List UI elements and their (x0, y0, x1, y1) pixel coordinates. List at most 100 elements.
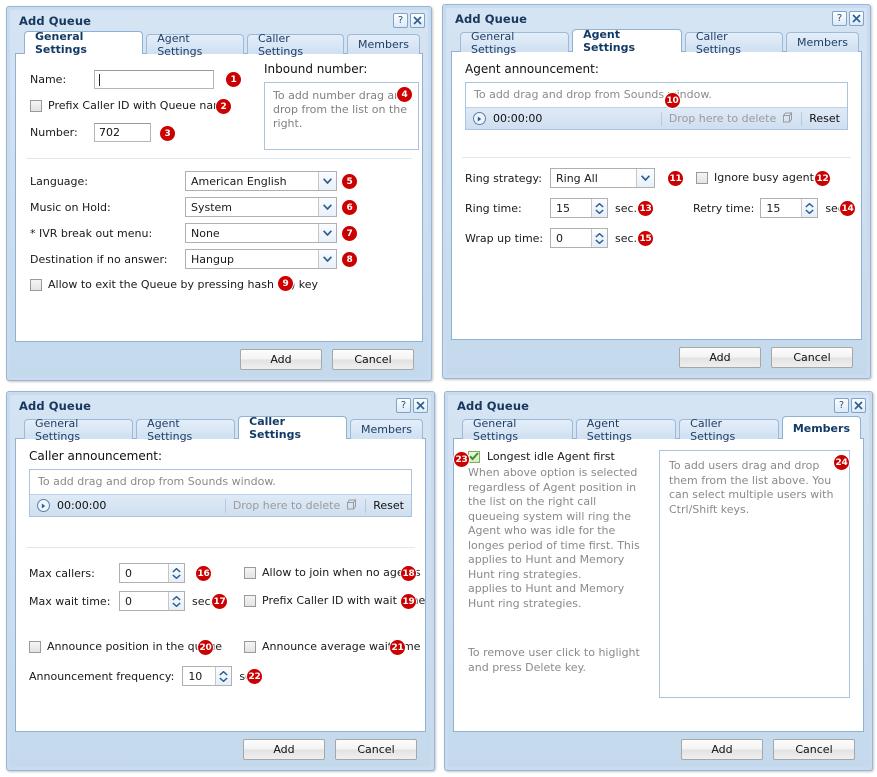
chevron-down-icon[interactable] (318, 198, 336, 216)
longest-idle-checkbox[interactable] (468, 450, 480, 463)
stepper-arrows-icon[interactable] (801, 199, 818, 217)
retry-time-stepper[interactable]: 15 (760, 198, 819, 218)
add-button[interactable]: Add (679, 347, 761, 368)
announcement-frequency-stepper[interactable]: 10 (182, 666, 233, 686)
ignore-busy-checkbox[interactable] (696, 171, 708, 184)
help-icon[interactable]: ? (834, 398, 849, 413)
tab-members[interactable]: Members (350, 419, 424, 439)
cancel-button[interactable]: Cancel (332, 349, 414, 370)
ring-strategy-select[interactable]: Ring All (550, 168, 655, 188)
chevron-down-icon[interactable] (318, 224, 336, 242)
max-wait-time-stepper[interactable]: 0 (119, 591, 185, 611)
prefix-wait-time-checkbox[interactable] (244, 594, 256, 607)
stepper-arrows-icon[interactable] (215, 667, 232, 685)
number-input[interactable]: 702 (94, 123, 151, 142)
tab-caller-settings[interactable]: Caller Settings (246, 32, 345, 58)
trash-icon[interactable] (345, 498, 358, 514)
music-on-hold-select[interactable]: System (185, 197, 337, 217)
tab-agent-settings[interactable]: Agent Settings (575, 417, 677, 443)
ring-time-stepper[interactable]: 15 (550, 198, 608, 218)
stepper-arrows-icon[interactable] (168, 564, 184, 582)
tab-agent-settings[interactable]: Agent Settings (572, 28, 682, 54)
tab-general-settings[interactable]: General Settings (460, 30, 570, 56)
trash-icon[interactable] (781, 111, 794, 127)
badge-3: 3 (160, 126, 175, 141)
tab-members[interactable]: Members (786, 32, 859, 52)
allow-join-checkbox[interactable] (244, 566, 256, 579)
cancel-button[interactable]: Cancel (335, 739, 417, 760)
tab-general-settings[interactable]: General Settings (24, 417, 134, 443)
add-button[interactable]: Add (681, 739, 763, 760)
help-icon[interactable]: ? (396, 398, 411, 413)
stepper-arrows-icon[interactable] (591, 199, 607, 217)
drop-to-delete-label[interactable]: Drop here to delete (233, 499, 340, 512)
music-on-hold-label: Music on Hold: (30, 200, 111, 214)
badge-13: 13 (638, 201, 653, 216)
tab-general-settings[interactable]: General Settings (462, 417, 573, 443)
announce-position-row[interactable]: Announce position in the queue (29, 640, 222, 653)
announce-avg-wait-checkbox[interactable] (244, 640, 256, 653)
max-callers-stepper[interactable]: 0 (119, 563, 185, 583)
add-button[interactable]: Add (240, 349, 322, 370)
destination-select[interactable]: Hangup (185, 249, 337, 269)
allow-join-row[interactable]: Allow to join when no agents (244, 566, 421, 579)
ring-time-unit: sec. (615, 201, 638, 215)
ivr-breakout-select[interactable]: None (185, 223, 337, 243)
tab-caller-settings[interactable]: Caller Settings (238, 415, 348, 441)
chevron-down-icon[interactable] (318, 250, 336, 268)
panel-members: Longest idle Agent first When above opti… (453, 438, 864, 732)
announce-position-checkbox[interactable] (29, 640, 41, 653)
close-icon[interactable] (849, 11, 864, 26)
help-icon[interactable]: ? (832, 11, 847, 26)
tab-agent-settings[interactable]: Agent Settings (146, 32, 244, 58)
name-input[interactable] (94, 70, 214, 89)
play-icon[interactable] (37, 499, 50, 512)
chevron-down-icon[interactable] (318, 172, 336, 190)
tab-agent-settings[interactable]: Agent Settings (136, 417, 236, 443)
titlebar: Add Queue ? (10, 10, 428, 31)
close-icon[interactable] (413, 398, 428, 413)
ignore-busy-row[interactable]: Ignore busy agents (696, 171, 820, 184)
allow-exit-row[interactable]: Allow to exit the Queue by pressing hash… (30, 278, 408, 291)
dialog-body: General Settings Agent Settings Caller S… (453, 416, 864, 732)
play-icon[interactable] (473, 112, 486, 125)
chevron-down-icon[interactable] (636, 169, 654, 187)
add-button[interactable]: Add (243, 739, 325, 760)
language-select[interactable]: American English (185, 171, 337, 191)
agent-player-actions: Drop here to delete Reset (654, 111, 840, 127)
longest-idle-row[interactable]: Longest idle Agent first (468, 450, 646, 463)
stepper-arrows-icon[interactable] (591, 229, 607, 247)
caller-announcement-dropzone[interactable]: To add drag and drop from Sounds window. (30, 470, 411, 494)
stepper-arrows-icon[interactable] (168, 592, 184, 610)
ignore-busy-label: Ignore busy agents (714, 171, 820, 184)
close-icon[interactable] (410, 13, 425, 28)
prefix-wait-time-row[interactable]: Prefix Caller ID with wait time (244, 594, 425, 607)
text-caret (99, 73, 100, 86)
reset-button[interactable]: Reset (373, 499, 404, 512)
help-icon[interactable]: ? (393, 13, 408, 28)
prefix-callerid-checkbox[interactable] (30, 99, 42, 112)
divider (224, 498, 226, 513)
tab-caller-settings[interactable]: Caller Settings (684, 30, 784, 56)
inbound-number-dropzone[interactable]: To add number drag and drop from the lis… (264, 82, 419, 150)
tab-members[interactable]: Members (347, 34, 420, 54)
members-list-dropzone[interactable]: To add users drag and drop them from the… (659, 450, 850, 698)
wrap-up-stepper[interactable]: 0 (550, 228, 608, 248)
max-wait-time-value: 0 (125, 594, 132, 608)
ivr-breakout-label: * IVR break out menu: (30, 226, 153, 240)
close-icon[interactable] (851, 398, 866, 413)
window-title: Add Queue (457, 398, 530, 413)
allow-exit-checkbox[interactable] (30, 278, 42, 291)
destination-label: Destination if no answer: (30, 252, 168, 266)
dialog-inner: Add Queue ? General Settings Agent Setti… (10, 395, 431, 767)
agent-announcement-dropzone[interactable]: To add drag and drop from Sounds window. (466, 83, 847, 107)
drop-to-delete-label[interactable]: Drop here to delete (669, 112, 776, 125)
reset-button[interactable]: Reset (809, 112, 840, 125)
cancel-button[interactable]: Cancel (773, 739, 855, 760)
tab-members[interactable]: Members (781, 416, 861, 439)
cancel-button[interactable]: Cancel (771, 347, 853, 368)
tab-caller-settings[interactable]: Caller Settings (679, 417, 779, 443)
tab-general-settings[interactable]: General Settings (24, 30, 144, 56)
tabstrip: General Settings Agent Settings Caller S… (453, 416, 864, 443)
dialog-inner: Add Queue ? General Settings Agent Setti… (10, 10, 428, 377)
